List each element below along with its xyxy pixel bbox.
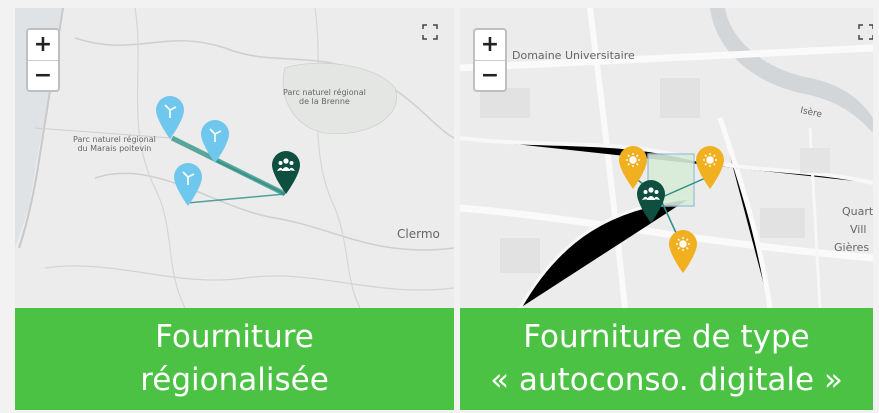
park-brenne-label-line2: de la Brenne — [299, 97, 350, 107]
park-marais-label: Parc naturel régional du Marais poitevin — [73, 135, 156, 153]
fullscreen-icon[interactable] — [422, 24, 438, 40]
wind-supplier-pin[interactable] — [173, 163, 203, 207]
wind-supplier-pin[interactable] — [155, 96, 185, 140]
park-brenne-label-line1: Parc naturel régional — [283, 88, 366, 97]
caption-line-2: régionalisée — [140, 362, 329, 398]
city-label-clermont: Clermo — [397, 227, 440, 241]
caption-line-1: Fourniture de type — [523, 319, 810, 355]
consumer-group-pin[interactable] — [271, 151, 301, 195]
caption-line-1: Fourniture — [155, 319, 314, 355]
regional-supply-card: Parc naturel régional de la Brenne Parc … — [15, 8, 454, 410]
area-label-vill: Vill — [850, 223, 867, 236]
zoom-control: + − — [26, 28, 60, 92]
solar-supplier-pin[interactable] — [668, 230, 698, 274]
solar-supplier-pin[interactable] — [695, 146, 725, 190]
park-marais-label-line2: du Marais poitevin — [77, 144, 152, 154]
campus-map[interactable]: Domaine Universitaire Isère Quart Vill G… — [460, 8, 873, 308]
zoom-in-button[interactable]: + — [475, 30, 505, 60]
regional-map[interactable]: Parc naturel régional de la Brenne Parc … — [15, 8, 454, 308]
area-label-quart: Quart — [842, 205, 873, 218]
park-brenne-label: Parc naturel régional de la Brenne — [283, 88, 366, 106]
zoom-control: + − — [473, 28, 507, 92]
map-background — [15, 8, 454, 308]
digital-selfconsumption-card: Domaine Universitaire Isère Quart Vill G… — [460, 8, 873, 410]
digital-selfconsumption-caption: Fourniture de type « autoconso. digitale… — [460, 308, 873, 410]
zoom-in-button[interactable]: + — [28, 30, 58, 60]
consumer-group-pin[interactable] — [636, 180, 666, 224]
caption-line-2: « autoconso. digitale » — [490, 362, 843, 398]
campus-label: Domaine Universitaire — [512, 49, 635, 62]
regional-supply-caption: Fourniture régionalisée — [15, 308, 454, 410]
zoom-out-button[interactable]: − — [28, 60, 58, 90]
city-label-gieres: Gières — [834, 241, 870, 254]
wind-supplier-pin[interactable] — [200, 120, 230, 164]
park-marais-label-line1: Parc naturel régional — [73, 135, 156, 144]
zoom-out-button[interactable]: − — [475, 60, 505, 90]
fullscreen-icon[interactable] — [858, 24, 873, 40]
